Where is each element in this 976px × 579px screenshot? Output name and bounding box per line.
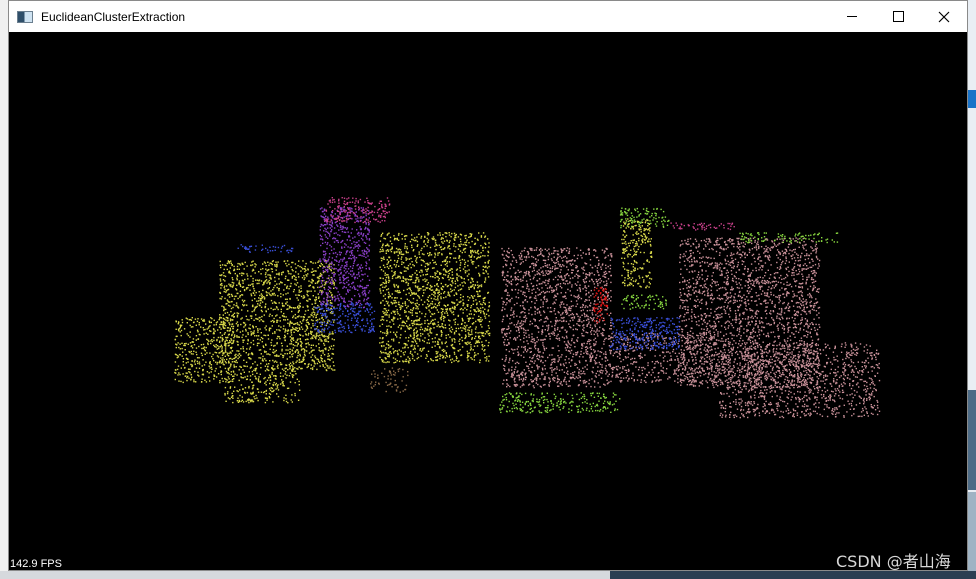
cluster-yellow-left bbox=[174, 317, 236, 384]
cluster-blue bbox=[314, 302, 376, 334]
desktop-bottom bbox=[0, 571, 976, 579]
cluster-green bbox=[621, 294, 667, 310]
cluster-green bbox=[739, 232, 839, 244]
title-bar[interactable]: EuclideanClusterExtraction bbox=[9, 1, 967, 32]
cluster-green bbox=[499, 392, 621, 414]
cluster-yellow-left bbox=[224, 367, 301, 404]
cluster-blue bbox=[237, 244, 294, 254]
cluster-yellow-left bbox=[379, 232, 491, 364]
maximize-icon bbox=[892, 11, 904, 22]
cluster-yellow-left bbox=[219, 260, 336, 372]
pointcloud-viewport[interactable]: 142.9 FPS bbox=[9, 32, 967, 570]
minimize-button[interactable] bbox=[829, 1, 875, 32]
app-window: EuclideanClusterExtraction 142.9 FPS bbox=[8, 0, 968, 571]
desktop-background bbox=[968, 0, 976, 579]
cluster-blue bbox=[609, 317, 681, 351]
cluster-pink bbox=[719, 342, 881, 419]
app-icon bbox=[17, 10, 33, 23]
close-button[interactable] bbox=[921, 1, 967, 32]
desktop-image bbox=[968, 390, 976, 490]
cluster-pink bbox=[501, 247, 613, 389]
window-title: EuclideanClusterExtraction bbox=[41, 9, 186, 24]
watermark: CSDN @者山海 bbox=[836, 552, 951, 571]
cluster-yellow-left bbox=[621, 218, 653, 289]
cluster-magenta bbox=[670, 222, 735, 231]
cluster-magenta bbox=[324, 197, 391, 224]
desktop-taskbar-hint bbox=[968, 90, 976, 108]
point-cloud bbox=[174, 197, 881, 419]
maximize-button[interactable] bbox=[875, 1, 921, 32]
desktop-image bbox=[968, 492, 976, 579]
minimize-icon bbox=[847, 16, 857, 17]
fps-counter: 142.9 FPS bbox=[10, 558, 62, 570]
close-icon bbox=[938, 11, 950, 22]
desktop-dark-panel bbox=[610, 571, 976, 579]
cluster-brown bbox=[370, 367, 409, 393]
